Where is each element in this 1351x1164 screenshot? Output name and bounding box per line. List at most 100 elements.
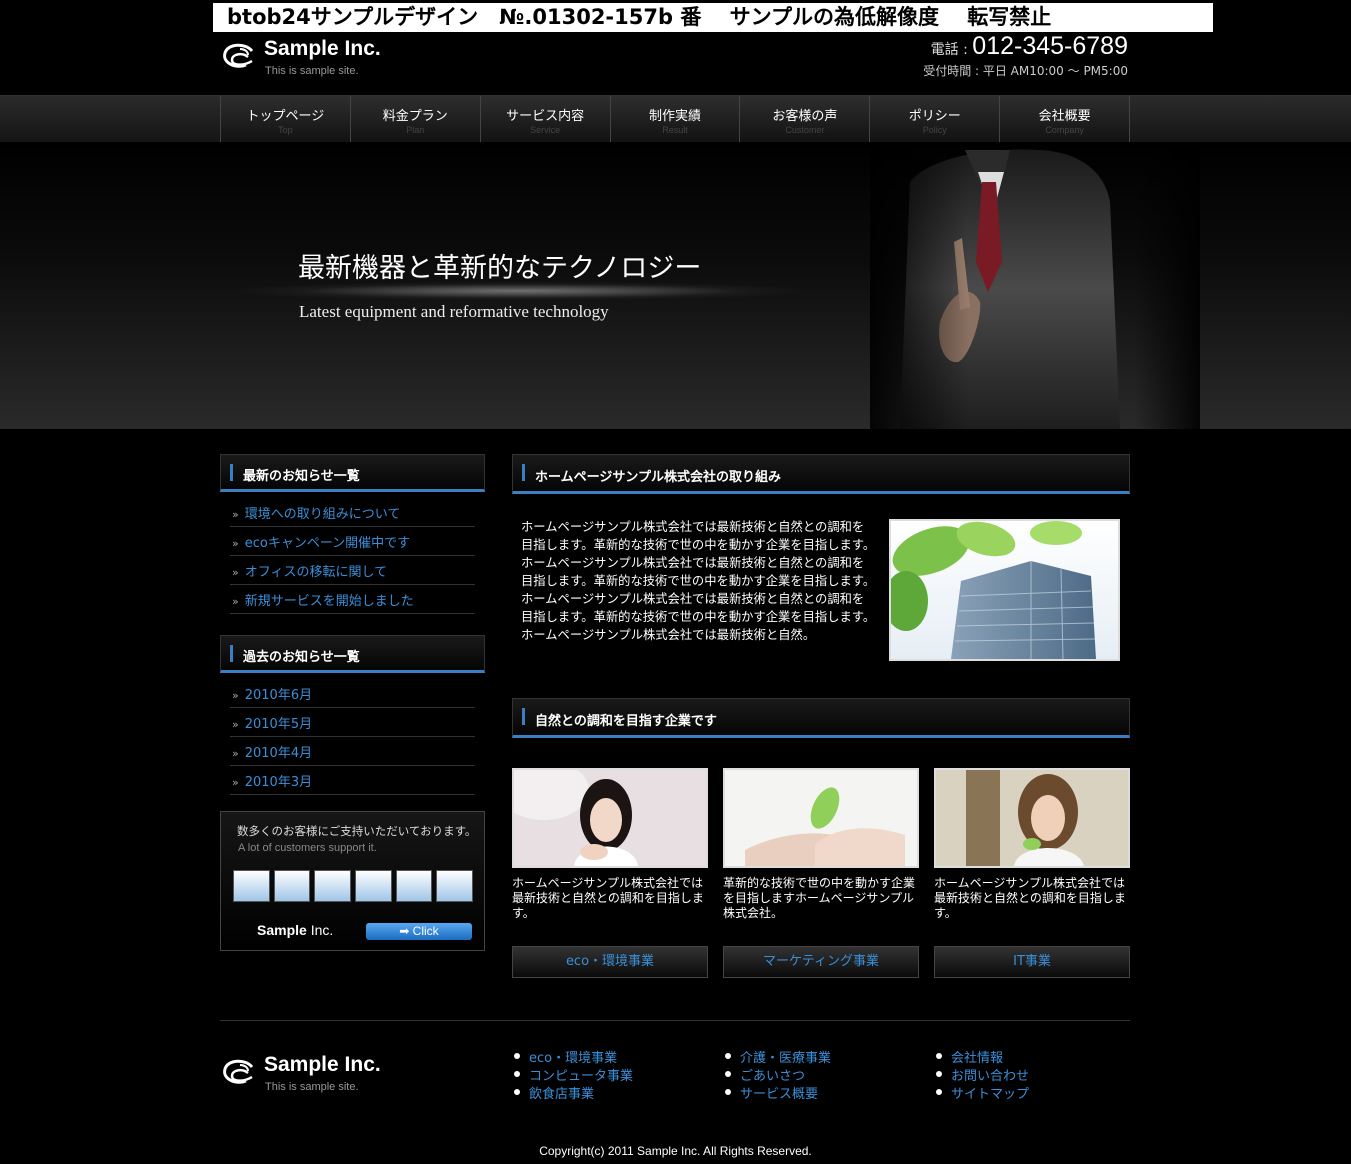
news-link[interactable]: 環境への取り組みについて (245, 507, 401, 522)
promo-banner[interactable]: 数多くのお客様にご支持いただいております。 A lot of customers… (220, 811, 485, 951)
bullet: » (232, 718, 239, 731)
thumbnail (314, 870, 352, 902)
logo-name: Sample Inc. (264, 37, 381, 60)
footer-link[interactable]: 介護・医療事業 (740, 1051, 831, 1066)
footer-link[interactable]: サイトマップ (951, 1087, 1029, 1102)
bullet: » (232, 776, 239, 789)
woman-photo (512, 768, 708, 868)
footer-link[interactable]: コンピュータ事業 (529, 1069, 633, 1084)
businessman-image (870, 142, 1200, 429)
bullet: » (232, 689, 239, 702)
site-logo[interactable]: Sample Inc. This is sample site. (222, 37, 392, 81)
marketing-business-button[interactable]: マーケティング事業 (723, 946, 919, 978)
archive-link[interactable]: 2010年6月 (245, 688, 312, 703)
bullet-dot (514, 1070, 520, 1077)
logo-tagline: This is sample site. (265, 1081, 359, 1093)
list-item: » 2010年6月 (230, 679, 475, 708)
past-news-box: 過去のお知らせ一覧 » 2010年6月 » 2010年5月 » 2010年4月 » 20… (220, 635, 485, 795)
list-item: » 2010年5月 (230, 708, 475, 737)
global-nav-bar: トップページ Top 料金プラン Plan サービス内容 Service 制作実績 Re… (0, 95, 1351, 142)
nav-item-company[interactable]: 会社概要 Company (1000, 96, 1131, 142)
footer-links-col1: eco・環境事業 コンピュータ事業 飲食店事業 (514, 1048, 633, 1102)
eco-business-button[interactable]: eco・環境事業 (512, 946, 708, 978)
list-item: » 新規サービスを開始しました (230, 585, 475, 614)
footer-logo[interactable]: Sample Inc. This is sample site. (222, 1053, 392, 1097)
thumbnail (355, 870, 392, 902)
nav-sublabel: Policy (922, 125, 947, 135)
archive-link[interactable]: 2010年4月 (245, 746, 312, 761)
list-item: » 2010年3月 (230, 766, 475, 795)
global-nav: トップページ Top 料金プラン Plan サービス内容 Service 制作実績 Re… (220, 96, 1131, 142)
tel-number: 012-345-6789 (972, 32, 1128, 60)
bullet: » (232, 595, 239, 608)
nav-label: お客様の声 (772, 109, 838, 124)
archive-link[interactable]: 2010年5月 (245, 717, 312, 732)
logo-name: Sample Inc. (264, 1053, 381, 1076)
nav-sublabel: Top (278, 125, 293, 135)
list-item: 会社情報 (936, 1048, 1029, 1066)
past-news-list: » 2010年6月 » 2010年5月 » 2010年4月 » 2010年3月 (220, 679, 485, 795)
bullet-dot (514, 1052, 520, 1059)
bullet-dot (936, 1088, 942, 1095)
business-card-it: ホームページサンプル株式会社では最新技術と自然との調和を目指します。 IT事業 (934, 768, 1130, 978)
nav-sublabel: Company (1045, 125, 1084, 135)
latest-news-header: 最新のお知らせ一覧 (220, 454, 485, 492)
nav-label: トップページ (246, 109, 325, 124)
thumbnail (395, 870, 433, 902)
list-item: ごあいさつ (725, 1066, 831, 1084)
nav-item-service[interactable]: サービス内容 Service (480, 96, 611, 142)
logo-swirl-icon (223, 43, 254, 68)
nav-item-customer[interactable]: お客様の声 Customer (740, 96, 871, 142)
footer-link[interactable]: サービス概要 (740, 1087, 818, 1102)
nav-item-top[interactable]: トップページ Top (221, 96, 351, 142)
nav-item-policy[interactable]: ポリシー Policy (870, 96, 1001, 142)
contact-phone: 電話 : 012-345-6789 受付時間 : 平日 AM10:00 ～ PM… (923, 32, 1128, 79)
business-card-marketing: 革新的な技術で世の中を動かす企業を目指しますホームページサンプル株式会社。 マー… (723, 768, 919, 978)
footer-link[interactable]: ごあいさつ (740, 1069, 805, 1084)
nav-label: 料金プラン (382, 109, 448, 124)
heading-bar (230, 645, 233, 662)
list-item: 飲食店事業 (514, 1084, 633, 1102)
news-link[interactable]: 新規サービスを開始しました (245, 594, 414, 609)
footer-link[interactable]: お問い合わせ (951, 1069, 1029, 1084)
hands-leaf-photo (723, 768, 919, 868)
intro-title: ホームページサンプル株式会社の取り組み (535, 470, 781, 485)
nav-sublabel: Result (662, 125, 688, 135)
copyright: Copyright(c) 2011 Sample Inc. All Rights… (539, 1144, 812, 1158)
nav-label: 制作実績 (649, 109, 702, 124)
footer-link[interactable]: 会社情報 (951, 1051, 1003, 1066)
heading-bar (522, 464, 525, 481)
woman-tree-photo (934, 768, 1130, 868)
footer-link[interactable]: 飲食店事業 (529, 1087, 594, 1102)
footer-links-col2: 介護・医療事業 ごあいさつ サービス概要 (725, 1048, 831, 1102)
promo-title: 数多くのお客様にご支持いただいております。 (237, 824, 477, 838)
nav-sublabel: Customer (785, 125, 825, 135)
bullet-dot (936, 1052, 942, 1059)
list-item: サービス概要 (725, 1084, 831, 1102)
latest-news-box: 最新のお知らせ一覧 » 環境への取り組みについて » ecoキャンペーン開催中です … (220, 454, 485, 614)
card-text: ホームページサンプル株式会社では最新技術と自然との調和を目指します。 (512, 876, 704, 920)
list-item: サイトマップ (936, 1084, 1029, 1102)
card-text: 革新的な技術で世の中を動かす企業を目指しますホームページサンプル株式会社。 (723, 876, 916, 920)
sample-banner: btob24サンプルデザイン №.01302-157b 番 サンプルの為低解像度… (213, 3, 1213, 32)
click-button[interactable]: ➡ Click (366, 923, 472, 940)
list-item: お問い合わせ (936, 1066, 1029, 1084)
nav-item-result[interactable]: 制作実績 Result (610, 96, 741, 142)
nature-section-header: 自然との調和を目指す企業です (512, 698, 1130, 738)
news-link[interactable]: ecoキャンペーン開催中です (245, 536, 410, 551)
nav-item-plan[interactable]: 料金プラン Plan (350, 96, 481, 142)
past-news-header: 過去のお知らせ一覧 (220, 635, 485, 673)
news-link[interactable]: オフィスの移転に関して (245, 565, 387, 580)
it-business-button[interactable]: IT事業 (934, 946, 1130, 978)
logo-swirl-icon (223, 1059, 254, 1084)
list-item: eco・環境事業 (514, 1048, 633, 1066)
promo-subtitle: A lot of customers support it. (238, 842, 377, 854)
footer-link[interactable]: eco・環境事業 (529, 1051, 617, 1066)
archive-link[interactable]: 2010年3月 (245, 775, 312, 790)
thumbnail (273, 870, 311, 902)
site-thumbnails (233, 870, 474, 902)
nav-sublabel: Plan (406, 125, 425, 135)
site-header: Sample Inc. This is sample site. 電話 : 01… (0, 32, 1351, 95)
bullet-dot (725, 1052, 731, 1059)
bullet-dot (725, 1088, 731, 1095)
